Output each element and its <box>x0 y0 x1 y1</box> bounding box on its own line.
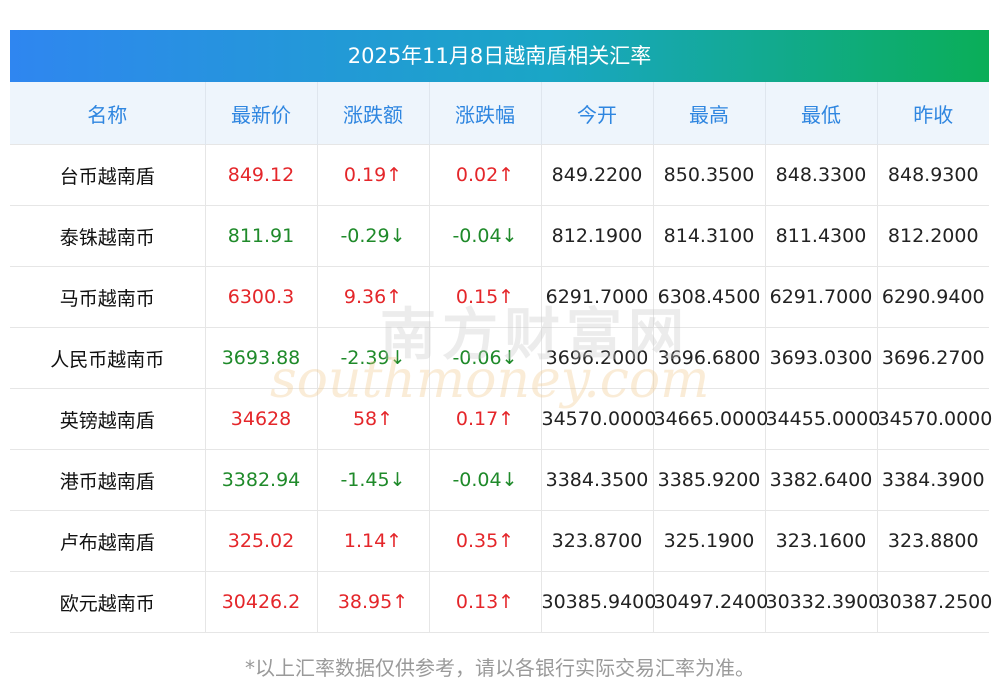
cell-prev-close: 6290.9400 <box>877 266 989 328</box>
cell-high: 3385.9200 <box>653 449 766 511</box>
cell-latest: 34628 <box>205 388 318 450</box>
cell-latest: 811.91 <box>205 205 318 267</box>
cell-change: -1.45↓ <box>317 449 430 511</box>
cell-change: 58↑ <box>317 388 430 450</box>
cell-prev-close: 3384.3900 <box>877 449 989 511</box>
cell-name: 卢布越南盾 <box>10 510 206 572</box>
table-row: 欧元越南币 30426.2 38.95↑ 0.13↑ 30385.9400 30497.2… <box>10 571 992 633</box>
cell-high: 6308.4500 <box>653 266 766 328</box>
cell-change: 9.36↑ <box>317 266 430 328</box>
cell-latest: 30426.2 <box>205 571 318 633</box>
header-latest: 最新价 <box>205 82 318 145</box>
cell-change-pct: 0.35↑ <box>429 510 542 572</box>
cell-name: 泰铢越南币 <box>10 205 206 267</box>
cell-high: 850.3500 <box>653 144 766 206</box>
cell-change: 0.19↑ <box>317 144 430 206</box>
cell-low: 6291.7000 <box>765 266 878 328</box>
cell-open: 323.8700 <box>541 510 654 572</box>
cell-name: 英镑越南盾 <box>10 388 206 450</box>
cell-high: 325.1900 <box>653 510 766 572</box>
cell-low: 3382.6400 <box>765 449 878 511</box>
cell-change: 38.95↑ <box>317 571 430 633</box>
cell-high: 814.3100 <box>653 205 766 267</box>
cell-change-pct: -0.04↓ <box>429 449 542 511</box>
cell-name: 人民币越南币 <box>10 327 206 389</box>
cell-change-pct: 0.02↑ <box>429 144 542 206</box>
cell-open: 812.1900 <box>541 205 654 267</box>
cell-change: 1.14↑ <box>317 510 430 572</box>
table-row: 港币越南盾 3382.94 -1.45↓ -0.04↓ 3384.3500 3385.92… <box>10 449 989 511</box>
cell-change-pct: 0.15↑ <box>429 266 542 328</box>
rate-table-card: 2025年11月8日越南盾相关汇率 名称 最新价 涨跌额 涨跌幅 今开 最高 最… <box>10 30 992 633</box>
footnote: *以上汇率数据仅供参考，请以各银行实际交易汇率为准。 <box>245 656 755 680</box>
cell-name: 欧元越南币 <box>10 571 206 633</box>
cell-open: 30385.9400 <box>541 571 656 633</box>
cell-change-pct: -0.04↓ <box>429 205 542 267</box>
header-name: 名称 <box>10 82 206 145</box>
cell-high: 3696.6800 <box>653 327 766 389</box>
cell-low: 34455.0000 <box>765 388 880 450</box>
cell-low: 848.3300 <box>765 144 878 206</box>
cell-latest: 6300.3 <box>205 266 318 328</box>
cell-name: 港币越南盾 <box>10 449 206 511</box>
cell-change-pct: -0.06↓ <box>429 327 542 389</box>
table-row: 泰铢越南币 811.91 -0.29↓ -0.04↓ 812.1900 814.3100 8… <box>10 205 989 267</box>
cell-low: 323.1600 <box>765 510 878 572</box>
cell-prev-close: 812.2000 <box>877 205 989 267</box>
cell-latest: 849.12 <box>205 144 318 206</box>
cell-low: 3693.0300 <box>765 327 878 389</box>
table-title: 2025年11月8日越南盾相关汇率 <box>10 30 989 82</box>
table-row: 卢布越南盾 325.02 1.14↑ 0.35↑ 323.8700 325.1900 323… <box>10 510 989 572</box>
table-row: 台币越南盾 849.12 0.19↑ 0.02↑ 849.2200 850.3500 848… <box>10 144 989 206</box>
cell-change: -0.29↓ <box>317 205 430 267</box>
cell-change-pct: 0.17↑ <box>429 388 542 450</box>
cell-open: 3384.3500 <box>541 449 654 511</box>
cell-open: 34570.0000 <box>541 388 656 450</box>
header-high: 最高 <box>653 82 766 145</box>
cell-low: 811.4300 <box>765 205 878 267</box>
header-low: 最低 <box>765 82 878 145</box>
cell-open: 3696.2000 <box>541 327 654 389</box>
header-change-pct: 涨跌幅 <box>429 82 542 145</box>
cell-prev-close: 34570.0000 <box>877 388 992 450</box>
cell-name: 马币越南币 <box>10 266 206 328</box>
cell-change: -2.39↓ <box>317 327 430 389</box>
cell-name: 台币越南盾 <box>10 144 206 206</box>
cell-open: 6291.7000 <box>541 266 654 328</box>
header-open: 今开 <box>541 82 654 145</box>
header-prev-close: 昨收 <box>877 82 989 145</box>
table-row: 人民币越南币 3693.88 -2.39↓ -0.06↓ 3696.2000 3696.6… <box>10 327 989 389</box>
cell-prev-close: 323.8800 <box>877 510 989 572</box>
cell-prev-close: 3696.2700 <box>877 327 989 389</box>
cell-prev-close: 30387.2500 <box>877 571 992 633</box>
cell-latest: 3693.88 <box>205 327 318 389</box>
cell-latest: 3382.94 <box>205 449 318 511</box>
exchange-rate-table: 名称 最新价 涨跌额 涨跌幅 今开 最高 最低 昨收 台币越南盾 849.12 0.… <box>10 82 992 633</box>
cell-open: 849.2200 <box>541 144 654 206</box>
header-row: 名称 最新价 涨跌额 涨跌幅 今开 最高 最低 昨收 <box>10 82 989 145</box>
table-row: 英镑越南盾 34628 58↑ 0.17↑ 34570.0000 34665.0000 34… <box>10 388 992 450</box>
cell-change-pct: 0.13↑ <box>429 571 542 633</box>
cell-latest: 325.02 <box>205 510 318 572</box>
table-row: 马币越南币 6300.3 9.36↑ 0.15↑ 6291.7000 6308.4500 6… <box>10 266 989 328</box>
cell-high: 34665.0000 <box>653 388 768 450</box>
cell-high: 30497.2400 <box>653 571 768 633</box>
cell-prev-close: 848.9300 <box>877 144 989 206</box>
header-change: 涨跌额 <box>317 82 430 145</box>
cell-low: 30332.3900 <box>765 571 880 633</box>
